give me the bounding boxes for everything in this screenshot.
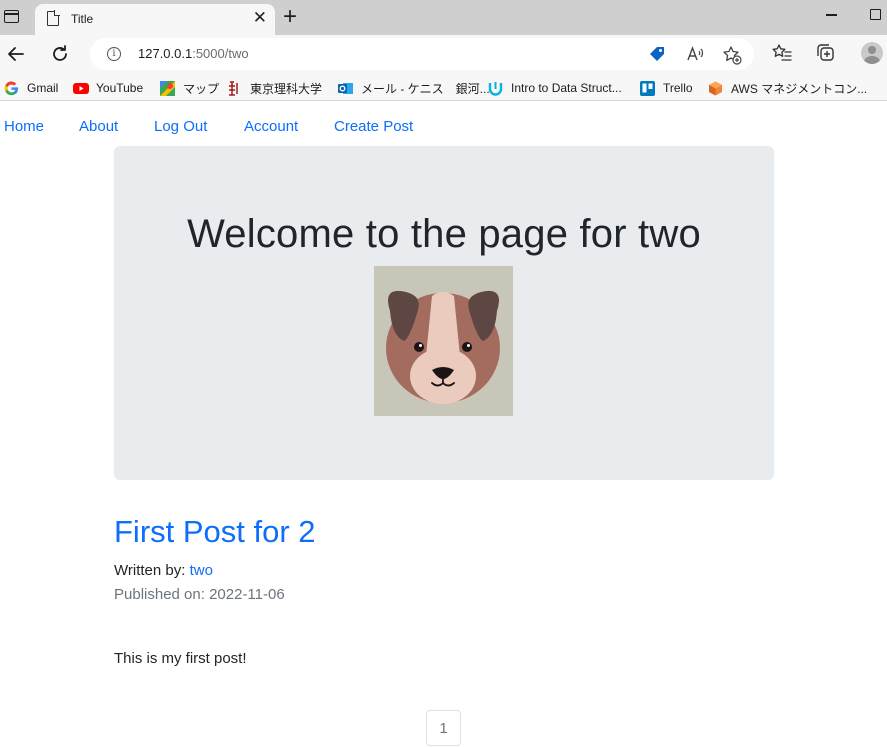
url-path: :5000/two <box>192 46 249 61</box>
bookmark-label: マップ <box>183 81 220 96</box>
tab-title: Title <box>71 12 94 26</box>
browser-tab-bar: Title ✕ + <box>0 0 887 35</box>
tab-actions-icon[interactable] <box>4 8 22 26</box>
bookmark-youtube[interactable]: YouTube <box>73 79 143 97</box>
author-link[interactable]: two <box>190 562 213 579</box>
post-title-link[interactable]: First Post for 2 <box>114 514 316 550</box>
favorites-icon[interactable] <box>771 42 793 64</box>
udacity-icon <box>488 81 503 96</box>
nav-home[interactable]: Home <box>4 118 44 135</box>
browser-tab[interactable]: Title ✕ <box>35 4 275 35</box>
maps-icon <box>160 80 175 96</box>
new-tab-icon[interactable]: + <box>283 4 297 30</box>
address-bar[interactable]: i 127.0.0.1:5000/two <box>90 38 754 70</box>
bookmark-udacity[interactable]: Intro to Data Struct... <box>488 79 622 97</box>
dog-avatar-image <box>374 266 513 416</box>
price-tag-icon[interactable] <box>648 45 666 63</box>
bookmark-trello[interactable]: Trello <box>640 79 693 97</box>
site-info-icon[interactable]: i <box>107 47 121 61</box>
bookmark-label: メール - ケニス 銀河... <box>361 81 490 96</box>
maximize-icon[interactable] <box>870 9 881 20</box>
post-byline: Written by: two <box>114 562 213 579</box>
jumbotron: Welcome to the page for two <box>114 146 774 480</box>
bookmark-label: Intro to Data Struct... <box>511 81 622 95</box>
close-tab-icon[interactable]: ✕ <box>253 9 267 27</box>
bookmark-aws[interactable]: AWS マネジメントコン... <box>708 79 867 97</box>
bookmark-gmail[interactable]: Gmail <box>4 79 58 97</box>
bookmark-university[interactable]: 東京理科大学 <box>227 79 322 97</box>
page-icon <box>47 10 60 26</box>
written-by-label: Written by: <box>114 562 190 579</box>
bookmark-label: YouTube <box>96 81 144 95</box>
aws-icon <box>708 81 723 96</box>
url-text: 127.0.0.1:5000/two <box>138 46 249 61</box>
pagination-page-1[interactable]: 1 <box>426 710 461 746</box>
post-content: This is my first post! <box>114 650 247 667</box>
reload-icon[interactable] <box>47 41 73 67</box>
browser-toolbar: i 127.0.0.1:5000/two <box>0 35 887 73</box>
bookmark-label: Trello <box>663 81 693 95</box>
bookmark-outlook[interactable]: メール - ケニス 銀河... <box>338 79 490 97</box>
university-icon <box>227 80 242 96</box>
add-favorite-icon[interactable] <box>722 45 742 65</box>
bookmark-label: 東京理科大学 <box>250 81 323 96</box>
nav-about[interactable]: About <box>79 118 118 135</box>
minimize-icon[interactable] <box>826 14 837 16</box>
url-host: 127.0.0.1 <box>138 46 193 61</box>
outlook-icon <box>338 81 353 96</box>
nav-logout[interactable]: Log Out <box>154 118 207 135</box>
google-icon <box>4 80 19 96</box>
bookmark-maps[interactable]: マップ <box>160 79 219 97</box>
nav-account[interactable]: Account <box>244 118 298 135</box>
profile-avatar-icon[interactable] <box>861 42 883 64</box>
trello-icon <box>640 80 655 96</box>
read-aloud-icon[interactable] <box>686 45 704 63</box>
site-navbar: Home About Log Out Account Create Post <box>0 106 887 146</box>
post-published-date: Published on: 2022-11-06 <box>114 586 285 603</box>
bookmark-label: AWS マネジメントコン... <box>731 81 868 96</box>
youtube-icon <box>73 81 89 96</box>
back-icon[interactable] <box>3 41 29 67</box>
bookmark-label: Gmail <box>27 81 59 95</box>
collections-icon[interactable] <box>815 42 837 64</box>
page-title: Welcome to the page for two <box>187 212 701 256</box>
nav-create-post[interactable]: Create Post <box>334 118 413 135</box>
bookmarks-bar: Gmail YouTube マップ 東京理科大学 メール - ケニス 銀河...… <box>0 73 887 101</box>
